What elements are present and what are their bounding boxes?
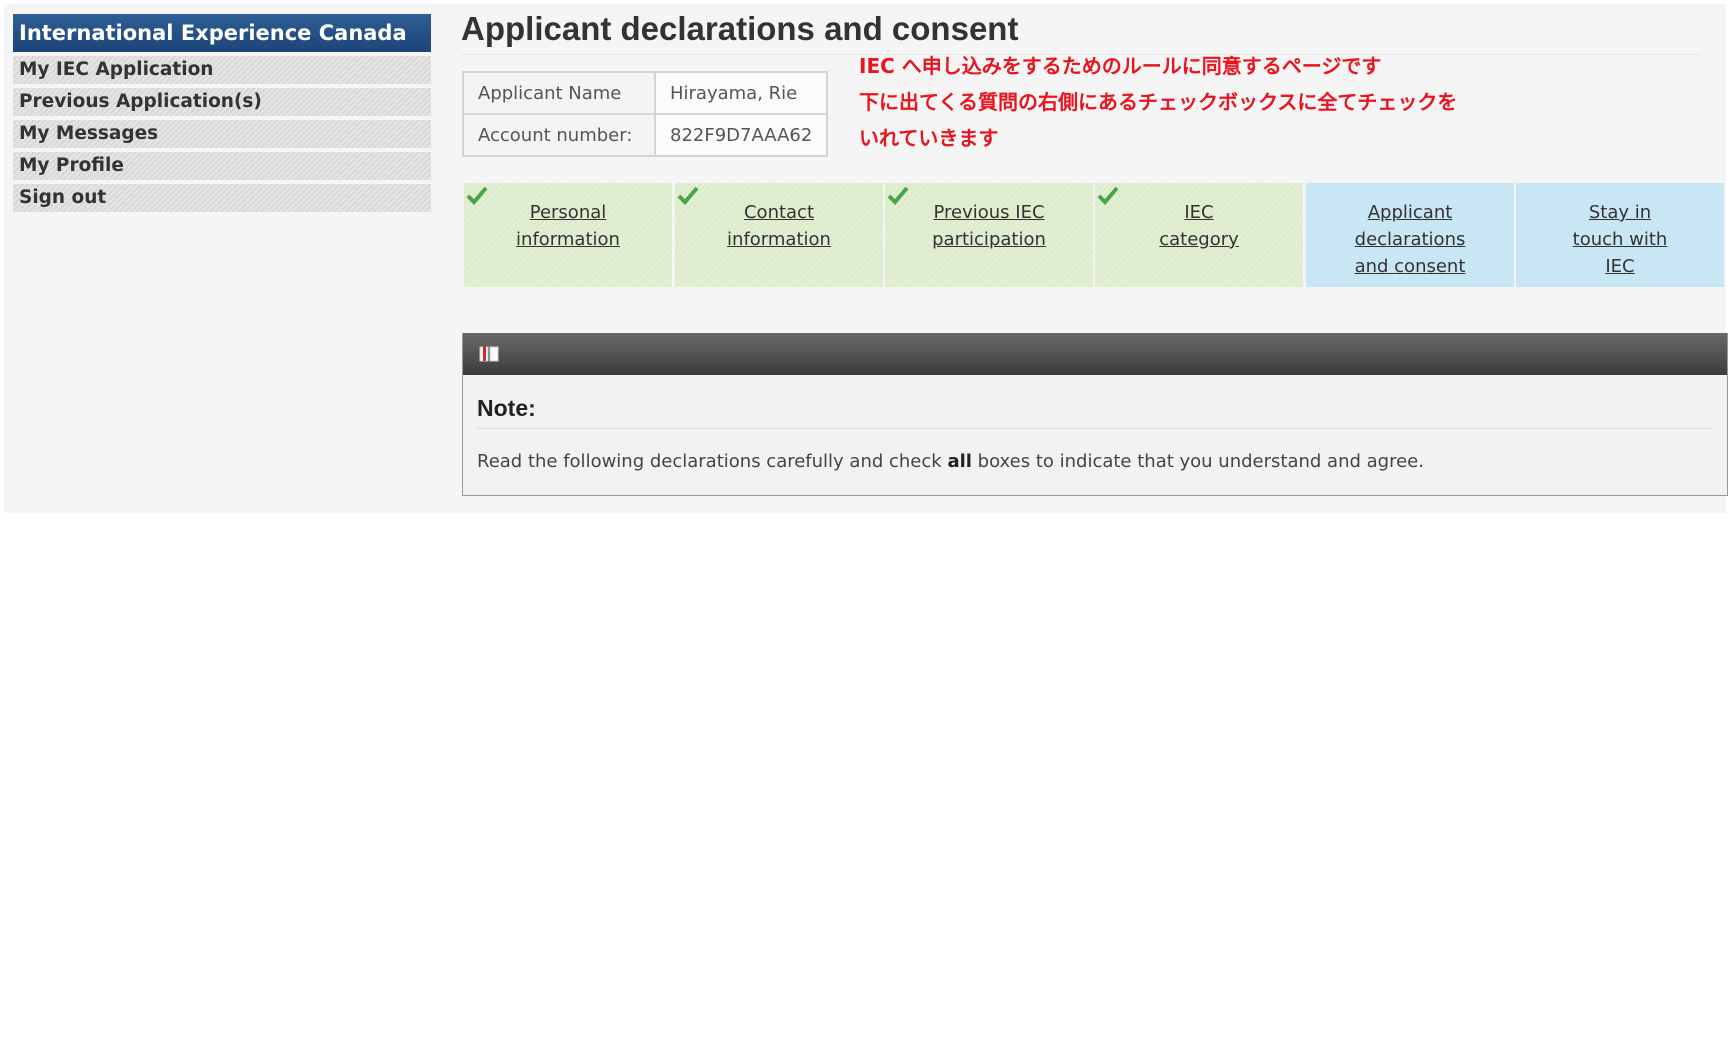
annotation-line-2: 下に出てくる質問の右側にあるチェックボックスに全てチェックを xyxy=(859,90,1458,114)
annotation-line-3: いれていきます xyxy=(859,126,999,150)
page-title: Applicant declarations and consent xyxy=(461,10,1701,55)
step-label: Previous IEC participation xyxy=(932,202,1046,250)
applicant-info-table: Applicant Name Hirayama, Rie Account num… xyxy=(462,71,829,157)
book-icon xyxy=(479,346,499,362)
sidebar: International Experience Canada My IEC A… xyxy=(13,14,431,212)
step-label: Applicant declarations and consent xyxy=(1354,202,1466,277)
note-title: Note: xyxy=(477,395,1713,429)
note-text: Read the following declarations carefull… xyxy=(477,451,1424,472)
step-previous-iec-participation[interactable]: Previous IEC participation xyxy=(885,183,1093,287)
note-text-emphasis: all xyxy=(947,451,972,472)
sidebar-item-my-iec-application[interactable]: My IEC Application xyxy=(13,56,431,84)
check-icon xyxy=(887,186,909,205)
step-label: IEC category xyxy=(1159,202,1239,250)
check-icon xyxy=(677,186,699,205)
applicant-name-label: Applicant Name xyxy=(462,71,656,115)
step-contact-information[interactable]: Contact information xyxy=(675,183,883,287)
step-label: Contact information xyxy=(727,202,831,250)
sidebar-item-previous-applications[interactable]: Previous Application(s) xyxy=(13,88,431,116)
account-number-label: Account number: xyxy=(462,113,656,157)
note-panel: Note: Read the following declarations ca… xyxy=(462,333,1728,496)
applicant-name-value: Hirayama, Rie xyxy=(653,71,829,115)
sidebar-item-my-messages[interactable]: My Messages xyxy=(13,120,431,148)
note-panel-header xyxy=(463,333,1727,375)
page-area: International Experience Canada My IEC A… xyxy=(4,4,1728,513)
step-iec-category[interactable]: IEC category xyxy=(1095,183,1303,287)
account-number-value: 822F9D7AAA62 xyxy=(653,113,829,157)
sidebar-item-sign-out[interactable]: Sign out xyxy=(13,184,431,212)
note-text-end: boxes to indicate that you understand an… xyxy=(971,451,1424,472)
sidebar-item-my-profile[interactable]: My Profile xyxy=(13,152,431,180)
note-text-start: Read the following declarations carefull… xyxy=(477,451,948,472)
step-applicant-declarations[interactable]: Applicant declarations and consent xyxy=(1306,183,1514,287)
check-icon xyxy=(1097,186,1119,205)
step-label: Personal information xyxy=(516,202,620,250)
check-icon xyxy=(466,186,488,205)
progress-steps: Personal information Contact information… xyxy=(464,183,1726,287)
step-label: Stay in touch with IEC xyxy=(1572,202,1668,277)
table-row: Applicant Name Hirayama, Rie xyxy=(462,71,829,115)
step-stay-in-touch[interactable]: Stay in touch with IEC xyxy=(1516,183,1724,287)
table-row: Account number: 822F9D7AAA62 xyxy=(462,113,829,157)
main-content: Applicant declarations and consent Appli… xyxy=(458,4,1728,513)
step-personal-information[interactable]: Personal information xyxy=(464,183,672,287)
sidebar-title: International Experience Canada xyxy=(13,14,431,52)
annotation-line-1: IEC へ申し込みをするためのルールに同意するページです xyxy=(859,54,1382,78)
